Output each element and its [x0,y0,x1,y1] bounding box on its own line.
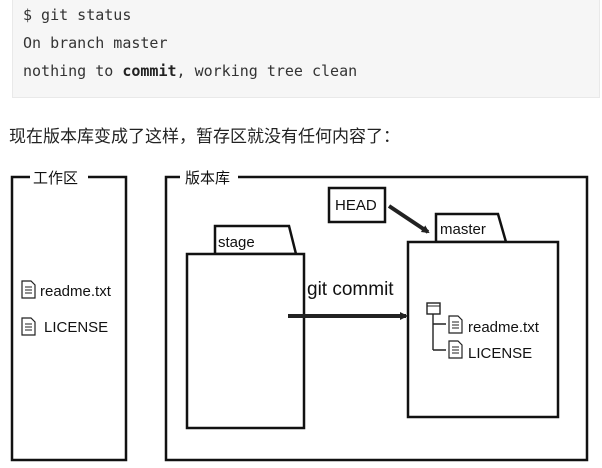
head-label: HEAD [335,197,377,214]
stage-label: stage [218,234,255,251]
commit-label: git commit [307,279,394,300]
stage-folder: stage [185,224,306,430]
file-icon [448,340,463,359]
master-file-name: readme.txt [468,319,540,336]
git-diagram: 工作区 版本库 readme.txt LICENSE stage master … [10,170,589,462]
master-file-name: LICENSE [468,345,532,362]
file-icon [21,280,36,299]
file-icon [448,315,463,334]
head-arrow [387,204,430,234]
repository-title: 版本库 [185,170,230,187]
working-directory-title: 工作区 [33,170,78,187]
folder-icon [426,302,441,315]
head-pointer: HEAD [327,186,387,224]
master-label: master [440,221,486,238]
master-folder: master [406,212,560,419]
file-icon [21,317,36,336]
working-file-name: readme.txt [40,283,112,300]
working-file-license: LICENSE [21,317,108,336]
working-file-name: LICENSE [44,319,108,336]
working-file-readme: readme.txt [21,280,112,300]
working-directory-box: 工作区 [10,170,128,462]
